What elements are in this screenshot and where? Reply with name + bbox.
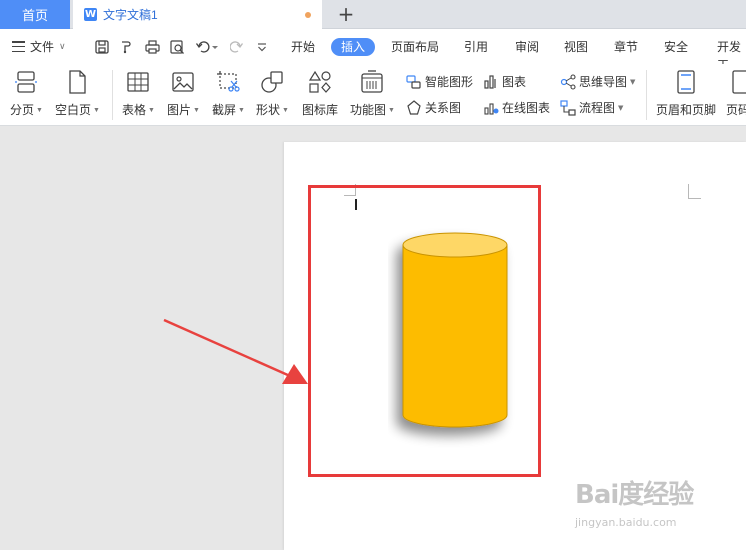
page-number-label: 页码 [726, 103, 746, 117]
save-icon[interactable] [93, 38, 111, 56]
function-chart-icon [359, 69, 385, 95]
baidu-jingyan-watermark: Bai度经验 jingyan.baidu.com [575, 474, 725, 539]
tab-view[interactable]: 视图 [564, 38, 588, 56]
page-break-button[interactable]: 分页 ▼ [10, 69, 43, 118]
online-chart-button[interactable]: 在线图表 [483, 99, 550, 116]
tab-home[interactable]: 首页 [0, 0, 70, 29]
smart-art-icon [406, 74, 422, 90]
tab-home-label: 首页 [21, 8, 48, 23]
blank-page-button[interactable]: 空白页 ▼ [55, 69, 100, 118]
tab-page-layout[interactable]: 页面布局 [391, 38, 439, 56]
mind-map-dropdown-icon: ▼ [630, 77, 636, 86]
header-footer-label: 页眉和页脚 [656, 103, 717, 117]
watermark-url: jingyan.baidu.com [575, 516, 677, 529]
picture-label: 图片 [167, 103, 192, 117]
flow-chart-button[interactable]: 流程图 ▼ [560, 99, 623, 116]
screenshot-icon [215, 69, 241, 95]
chart-button[interactable]: 图表 [483, 73, 526, 90]
page-number-button[interactable]: 页码 [726, 69, 746, 118]
shape-icon [259, 69, 285, 95]
page-number-icon [726, 69, 746, 95]
tab-start[interactable]: 开始 [291, 38, 315, 56]
insert-ribbon: 分页 ▼ 空白页 ▼ 表格 ▼ 图片 ▼ 截屏 ▼ 形状 ▼ 图标库 功能图 ▼… [0, 64, 746, 126]
icon-library-button[interactable]: 图标库 [302, 69, 338, 118]
header-footer-button[interactable]: 页眉和页脚 [656, 69, 716, 118]
relation-chart-button[interactable]: 关系图 [406, 99, 461, 116]
print-icon[interactable] [143, 38, 161, 56]
blank-page-label: 空白页 [55, 103, 92, 117]
unsaved-indicator-icon [305, 12, 311, 18]
flow-chart-label: 流程图 [579, 101, 616, 115]
ribbon-divider [112, 70, 113, 120]
table-button[interactable]: 表格 ▼ [122, 69, 155, 118]
page-break-icon [13, 69, 39, 95]
customize-toolbar-icon[interactable] [253, 38, 271, 56]
print-preview-icon[interactable] [168, 38, 186, 56]
tab-review[interactable]: 审阅 [515, 38, 539, 56]
bar-chart-icon [483, 74, 499, 90]
file-menu-label: 文件 [30, 40, 55, 54]
new-tab-button[interactable]: + [334, 2, 358, 26]
page-break-label: 分页 [10, 103, 35, 117]
hamburger-icon [12, 41, 25, 52]
screenshot-label: 截屏 [212, 103, 237, 117]
ribbon-divider [646, 70, 647, 120]
tab-section[interactable]: 章节 [614, 38, 638, 56]
icon-library-icon [307, 69, 333, 95]
mind-map-button[interactable]: 思维导图 ▼ [560, 73, 635, 90]
margin-mark-top-right [688, 184, 701, 199]
screenshot-button[interactable]: 截屏 ▼ [212, 69, 245, 118]
tab-developer[interactable]: 开发工 [717, 38, 746, 72]
tab-insert[interactable]: 插入 [331, 38, 376, 56]
chevron-down-icon: ∨ [59, 41, 66, 52]
picture-icon [170, 69, 196, 95]
redo-icon[interactable] [228, 38, 246, 56]
online-chart-label: 在线图表 [502, 101, 551, 115]
tab-document[interactable]: W 文字文稿1 [73, 0, 322, 29]
blank-page-icon [64, 69, 90, 95]
writer-doc-icon: W [84, 8, 97, 21]
menu-bar: 文件 ∨ 开始 插入 页面布局 引用 审阅 视图 章节 安全 开发工 [0, 29, 746, 72]
relation-chart-label: 关系图 [425, 101, 462, 115]
table-label: 表格 [122, 103, 147, 117]
picture-button[interactable]: 图片 ▼ [167, 69, 200, 118]
shape-label: 形状 [256, 103, 281, 117]
undo-icon[interactable] [194, 38, 220, 56]
red-pointer-arrow-icon [163, 318, 308, 384]
tab-bar: 首页 W 文字文稿1 + [0, 0, 746, 29]
function-chart-label: 功能图 [350, 103, 387, 117]
flow-chart-dropdown-icon: ▼ [618, 103, 624, 112]
format-painter-icon[interactable] [117, 38, 135, 56]
smart-art-label: 智能图形 [425, 75, 474, 89]
chart-label: 图表 [502, 75, 527, 89]
function-chart-button[interactable]: 功能图 ▼ [350, 69, 395, 118]
online-chart-icon [483, 100, 499, 116]
relation-chart-icon [406, 99, 422, 116]
tab-security[interactable]: 安全 [664, 38, 688, 56]
icon-library-label: 图标库 [302, 103, 339, 117]
shape-button[interactable]: 形状 ▼ [256, 69, 289, 118]
tab-references[interactable]: 引用 [464, 38, 488, 56]
table-icon [125, 69, 151, 95]
watermark-brand: Bai度经验 [575, 480, 694, 510]
header-footer-icon [673, 69, 699, 95]
file-menu[interactable]: 文件 ∨ [12, 38, 66, 55]
smart-art-button[interactable]: 智能图形 [406, 73, 473, 90]
highlight-box [308, 185, 541, 477]
mind-map-icon [560, 73, 576, 90]
tab-document-label: 文字文稿1 [103, 8, 158, 22]
flow-chart-icon [560, 99, 576, 116]
mind-map-label: 思维导图 [579, 75, 628, 89]
